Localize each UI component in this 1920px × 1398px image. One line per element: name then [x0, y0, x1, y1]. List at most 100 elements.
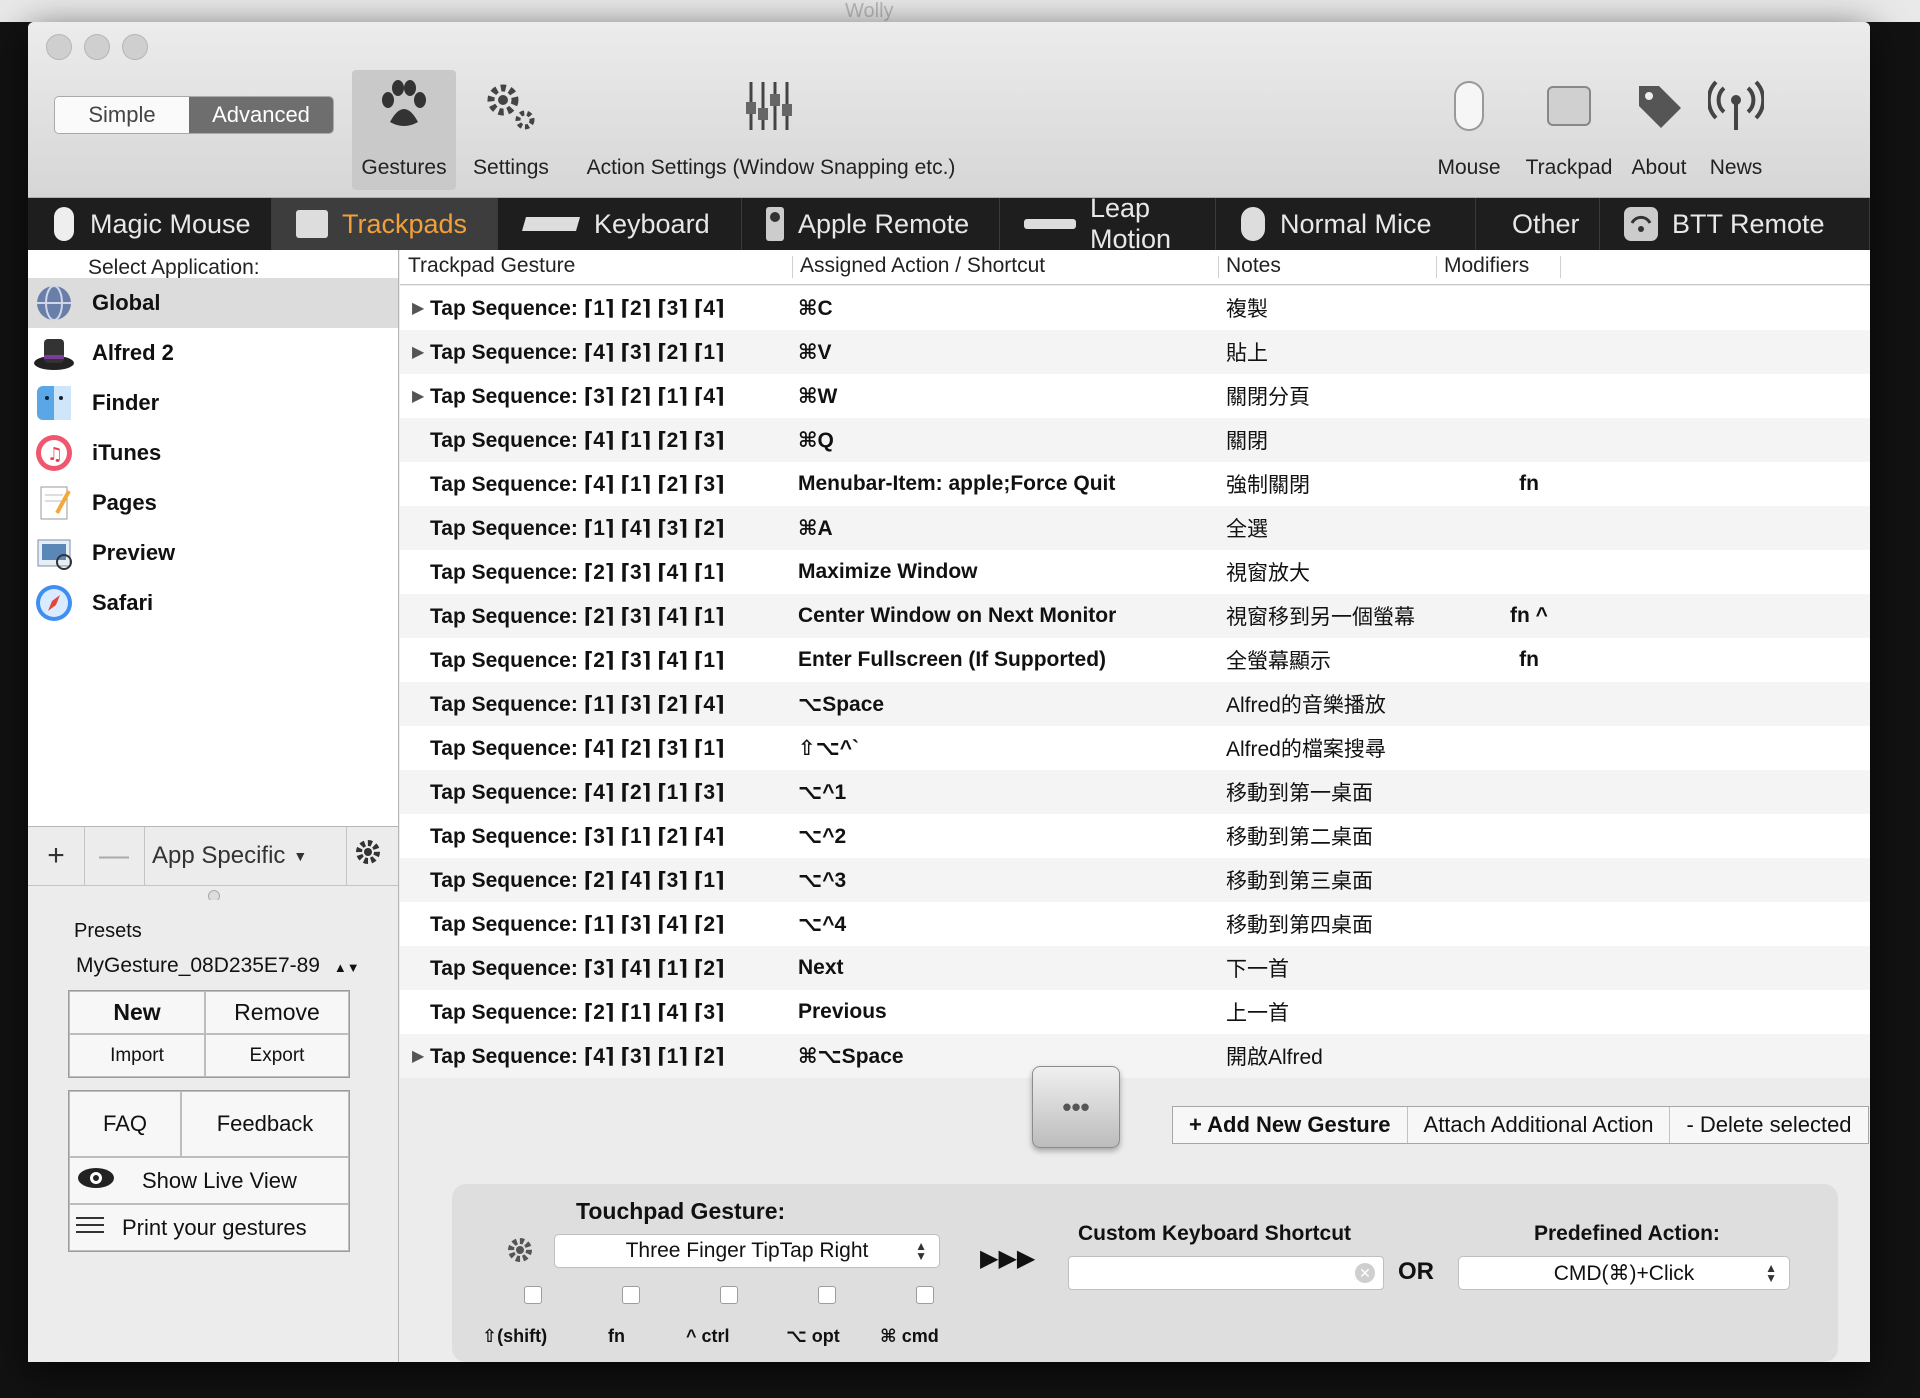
broadcast-icon: [1696, 70, 1776, 142]
toolbar-gestures-button[interactable]: Gestures: [352, 70, 456, 190]
tag-icon: [1624, 70, 1694, 142]
close-window-button[interactable]: [46, 34, 72, 60]
notes-cell: Alfred的檔案搜尋: [1226, 738, 1386, 761]
tab-other[interactable]: Other: [1476, 198, 1600, 250]
table-row[interactable]: ▶ Tap Sequence: ⌈3⌉ ⌈2⌉ ⌈1⌉ ⌈4⌉ ⌘W 關閉分頁: [400, 374, 1870, 418]
show-live-view-button[interactable]: Show Live View: [69, 1157, 349, 1204]
remove-preset-button[interactable]: Remove: [205, 991, 349, 1034]
column-header-gesture[interactable]: Trackpad Gesture: [408, 254, 575, 278]
sidebar: Select Application: Global Alfred 2 Find…: [28, 250, 399, 1362]
table-row[interactable]: Tap Sequence: ⌈2⌉ ⌈3⌉ ⌈4⌉ ⌈1⌉ Maximize Wi…: [400, 550, 1870, 594]
delete-selected-button[interactable]: - Delete selected: [1670, 1107, 1867, 1143]
gesture-cell: Tap Sequence: ⌈2⌉ ⌈3⌉ ⌈4⌉ ⌈1⌉: [430, 604, 725, 628]
app-specific-dropdown[interactable]: App Specific ▼: [144, 827, 347, 885]
app-item-itunes[interactable]: ♫ iTunes: [28, 428, 398, 478]
notes-cell: 移動到第一桌面: [1226, 782, 1373, 805]
disclosure-triangle-icon[interactable]: ▶: [412, 342, 424, 362]
disclosure-triangle-icon[interactable]: ▶: [412, 386, 424, 406]
table-row[interactable]: Tap Sequence: ⌈2⌉ ⌈3⌉ ⌈4⌉ ⌈1⌉ Center Wind…: [400, 594, 1870, 638]
tab-magic-mouse[interactable]: Magic Mouse: [28, 198, 272, 250]
tab-keyboard[interactable]: Keyboard: [498, 198, 742, 250]
minimize-window-button[interactable]: [84, 34, 110, 60]
app-item-global[interactable]: Global: [28, 278, 398, 328]
trackpad-tab-icon: [294, 208, 330, 240]
table-row[interactable]: Tap Sequence: ⌈2⌉ ⌈3⌉ ⌈4⌉ ⌈1⌉ Enter Fulls…: [400, 638, 1870, 682]
column-header-modifiers[interactable]: Modifiers: [1444, 254, 1529, 278]
touchpad-gesture-select[interactable]: Three Finger TipTap Right ▲ ▼: [554, 1234, 940, 1268]
table-row[interactable]: ▶ Tap Sequence: ⌈4⌉ ⌈3⌉ ⌈1⌉ ⌈2⌉ ⌘⌥Space 開啟A…: [400, 1034, 1870, 1078]
table-row[interactable]: Tap Sequence: ⌈1⌉ ⌈3⌉ ⌈4⌉ ⌈2⌉ ⌥^4 移動到第四桌面: [400, 902, 1870, 946]
fn-checkbox[interactable]: [622, 1286, 640, 1304]
more-options-button[interactable]: •••: [1032, 1066, 1120, 1148]
notes-cell: 開啟Alfred: [1226, 1046, 1323, 1069]
tab-btt-remote[interactable]: BTT Remote: [1600, 198, 1870, 250]
gesture-cell: Tap Sequence: ⌈1⌉ ⌈4⌉ ⌈3⌉ ⌈2⌉: [430, 516, 725, 540]
window-title: Wolly: [845, 0, 894, 22]
toolbar-settings-button[interactable]: Settings: [458, 70, 564, 190]
shift-checkbox[interactable]: [524, 1286, 542, 1304]
zoom-window-button[interactable]: [122, 34, 148, 60]
disclosure-triangle-icon[interactable]: ▶: [412, 298, 424, 318]
toolbar-about-button[interactable]: About: [1624, 70, 1694, 190]
app-item-finder[interactable]: Finder: [28, 378, 398, 428]
table-row[interactable]: Tap Sequence: ⌈4⌉ ⌈1⌉ ⌈2⌉ ⌈3⌉ ⌘Q 關閉: [400, 418, 1870, 462]
tab-apple-remote-label: Apple Remote: [798, 208, 970, 239]
toolbar-about-label: About: [1631, 156, 1687, 179]
ctrl-checkbox[interactable]: [720, 1286, 738, 1304]
app-item-pages[interactable]: Pages: [28, 478, 398, 528]
table-row[interactable]: Tap Sequence: ⌈1⌉ ⌈3⌉ ⌈2⌉ ⌈4⌉ ⌥Space Alfre…: [400, 682, 1870, 726]
print-gestures-button[interactable]: Print your gestures: [69, 1204, 349, 1251]
table-row[interactable]: Tap Sequence: ⌈1⌉ ⌈4⌉ ⌈3⌉ ⌈2⌉ ⌘A 全選: [400, 506, 1870, 550]
table-row[interactable]: Tap Sequence: ⌈3⌉ ⌈4⌉ ⌈1⌉ ⌈2⌉ Next 下一首: [400, 946, 1870, 990]
remove-app-button[interactable]: —: [84, 827, 145, 885]
mode-simple-button[interactable]: Simple: [55, 97, 189, 133]
faq-button[interactable]: FAQ: [69, 1091, 181, 1157]
add-new-gesture-button[interactable]: + Add New Gesture: [1173, 1107, 1408, 1143]
app-item-alfred[interactable]: Alfred 2: [28, 328, 398, 378]
table-row[interactable]: Tap Sequence: ⌈2⌉ ⌈4⌉ ⌈3⌉ ⌈1⌉ ⌥^3 移動到第三桌面: [400, 858, 1870, 902]
app-options-button[interactable]: [338, 827, 398, 885]
mode-advanced-button[interactable]: Advanced: [189, 97, 333, 133]
toolbar-trackpad-button[interactable]: Trackpad: [1516, 70, 1622, 190]
export-preset-button[interactable]: Export: [205, 1034, 349, 1077]
table-row[interactable]: Tap Sequence: ⌈4⌉ ⌈2⌉ ⌈1⌉ ⌈3⌉ ⌥^1 移動到第一桌面: [400, 770, 1870, 814]
app-item-safari[interactable]: Safari: [28, 578, 398, 628]
toolbar-news-button[interactable]: News: [1696, 70, 1776, 190]
table-row[interactable]: ▶ Tap Sequence: ⌈4⌉ ⌈3⌉ ⌈2⌉ ⌈1⌉ ⌘V 貼上: [400, 330, 1870, 374]
tab-leap-motion[interactable]: Leap Motion: [1000, 193, 1216, 254]
table-row[interactable]: Tap Sequence: ⌈2⌉ ⌈1⌉ ⌈4⌉ ⌈3⌉ Previous 上一首: [400, 990, 1870, 1034]
attach-additional-action-button[interactable]: Attach Additional Action: [1408, 1107, 1671, 1143]
column-header-notes[interactable]: Notes: [1226, 254, 1281, 278]
table-row[interactable]: ▶ Tap Sequence: ⌈1⌉ ⌈2⌉ ⌈3⌉ ⌈4⌉ ⌘C 複製: [400, 286, 1870, 330]
tab-apple-remote[interactable]: Apple Remote: [742, 198, 1000, 250]
add-app-button[interactable]: +: [28, 827, 85, 885]
feedback-button[interactable]: Feedback: [181, 1091, 349, 1157]
preset-select[interactable]: MyGesture_08D235E7-89 ▲▼: [76, 954, 360, 978]
toolbar-mouse-button[interactable]: Mouse: [1424, 70, 1514, 190]
gear-icon[interactable]: [506, 1236, 534, 1269]
normal-mouse-icon: [1238, 205, 1268, 243]
action-cell: Center Window on Next Monitor: [798, 604, 1117, 627]
disclosure-triangle-icon[interactable]: ▶: [412, 1046, 424, 1066]
tab-trackpads[interactable]: Trackpads: [272, 198, 498, 250]
gesture-cell: Tap Sequence: ⌈1⌉ ⌈2⌉ ⌈3⌉ ⌈4⌉: [430, 296, 725, 320]
opt-checkbox[interactable]: [818, 1286, 836, 1304]
table-row[interactable]: Tap Sequence: ⌈3⌉ ⌈1⌉ ⌈2⌉ ⌈4⌉ ⌥^2 移動到第二桌面: [400, 814, 1870, 858]
tab-normal-mice[interactable]: Normal Mice: [1216, 198, 1476, 250]
clear-icon[interactable]: ✕: [1355, 1263, 1375, 1283]
app-name: Finder: [92, 390, 160, 415]
action-cell: ⌥^3: [798, 868, 847, 892]
table-row[interactable]: Tap Sequence: ⌈4⌉ ⌈1⌉ ⌈2⌉ ⌈3⌉ Menubar-Ite…: [400, 462, 1870, 506]
new-preset-button[interactable]: New: [69, 991, 205, 1034]
custom-shortcut-input[interactable]: ✕: [1068, 1256, 1384, 1290]
table-row[interactable]: Tap Sequence: ⌈4⌉ ⌈2⌉ ⌈3⌉ ⌈1⌉ ⇧⌥^` Alfred的…: [400, 726, 1870, 770]
column-header-action[interactable]: Assigned Action / Shortcut: [800, 254, 1045, 278]
app-item-preview[interactable]: Preview: [28, 528, 398, 578]
device-tab-bar: Magic Mouse Trackpads Keyboard Apple Rem…: [28, 193, 1870, 254]
toolbar-action-settings-button[interactable]: Action Settings (Window Snapping etc.): [566, 70, 976, 190]
predefined-action-select[interactable]: CMD(⌘)+Click ▲ ▼: [1458, 1256, 1790, 1290]
app-specific-label: App Specific: [152, 842, 286, 869]
cmd-checkbox[interactable]: [916, 1286, 934, 1304]
gesture-cell: Tap Sequence: ⌈4⌉ ⌈3⌉ ⌈1⌉ ⌈2⌉: [430, 1044, 725, 1068]
import-preset-button[interactable]: Import: [69, 1034, 205, 1077]
